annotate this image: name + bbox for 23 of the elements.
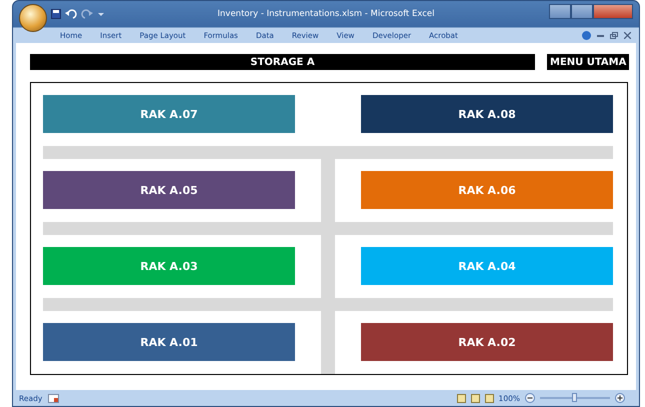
rack-button[interactable]: RAK A.05 xyxy=(43,171,295,209)
redo-icon[interactable] xyxy=(81,9,93,19)
minimize-icon[interactable] xyxy=(597,34,604,36)
zoom-out-icon[interactable] xyxy=(525,393,535,403)
rack-button[interactable]: RAK A.02 xyxy=(361,323,613,361)
maximize-button[interactable] xyxy=(571,4,593,18)
rack-button[interactable]: RAK A.07 xyxy=(43,95,295,133)
save-icon[interactable] xyxy=(51,9,61,19)
close-button[interactable] xyxy=(593,4,633,18)
sheet-header: STORAGE A xyxy=(30,54,535,70)
rack-button[interactable]: RAK A.08 xyxy=(361,95,613,133)
macro-icon[interactable] xyxy=(48,394,60,402)
menu-button[interactable]: MENU UTAMA xyxy=(547,54,630,70)
window-title: Inventory - Instrumentations.xlsm - Microsoft Excel xyxy=(218,9,434,19)
restore-icon[interactable] xyxy=(610,32,618,38)
minimize-button[interactable] xyxy=(549,4,571,18)
zoom-in-icon[interactable] xyxy=(615,393,625,403)
close-icon[interactable] xyxy=(624,32,631,38)
rack-button[interactable]: RAK A.06 xyxy=(361,171,613,209)
undo-icon[interactable] xyxy=(65,9,77,19)
office-button[interactable] xyxy=(19,4,47,32)
dropdown-icon[interactable] xyxy=(97,10,105,18)
rack-button[interactable]: RAK A.01 xyxy=(43,323,295,361)
